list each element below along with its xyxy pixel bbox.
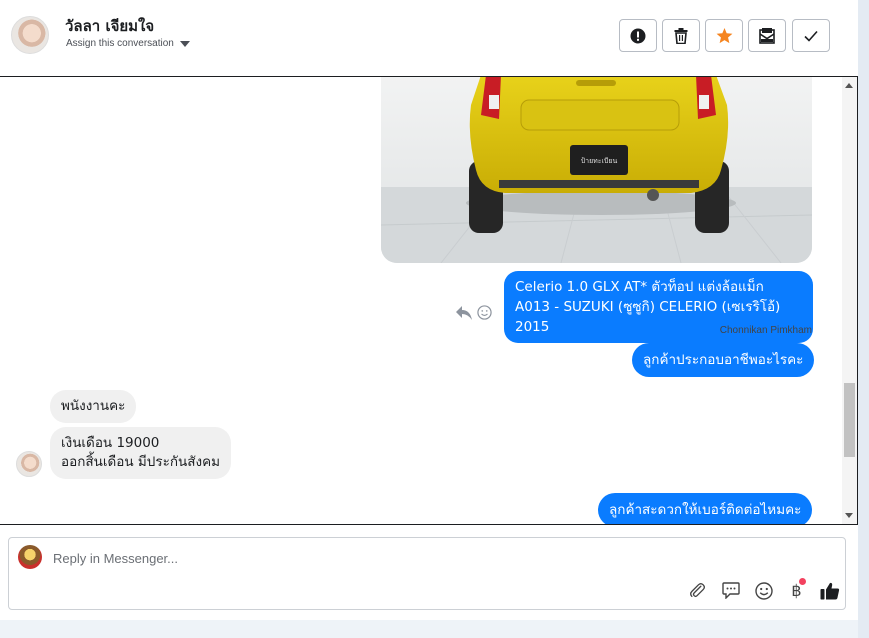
message-text-line: Celerio 1.0 GLX AT* ตัวท็อป แต่งล้อแม็ก bbox=[515, 279, 764, 295]
scroll-down-arrow-icon[interactable] bbox=[845, 513, 853, 518]
emoji-button[interactable] bbox=[751, 578, 776, 603]
message-text-line: เงินเดือน 19000 bbox=[61, 435, 160, 451]
outgoing-message[interactable]: ลูกค้าสะดวกให้เบอร์ติดต่อไหมคะ bbox=[598, 493, 813, 524]
composer-tools: ฿ bbox=[685, 578, 842, 603]
star-icon bbox=[716, 27, 732, 43]
incoming-message[interactable]: เงินเดือน 19000 ออกสิ้นเดือน มีประกันสัง… bbox=[50, 427, 231, 479]
sender-name: Chonnikan Pimkham bbox=[719, 325, 812, 336]
message-actions bbox=[456, 305, 492, 320]
caret-down-icon bbox=[179, 40, 190, 47]
paperclip-icon bbox=[690, 582, 706, 598]
reply-composer: ฿ bbox=[8, 537, 846, 610]
mark-done-button[interactable] bbox=[792, 19, 830, 52]
payment-button[interactable]: ฿ bbox=[784, 578, 809, 603]
message-text: พนังงานคะ bbox=[61, 398, 126, 414]
side-background bbox=[858, 0, 869, 638]
car-photo: ป้ายทะเบียน bbox=[381, 77, 812, 263]
message-text-line: ออกสิ้นเดือน มีประกันสังคม bbox=[61, 454, 221, 470]
conversation-header: วัลลา เจียมใจ Assign this conversation bbox=[0, 0, 858, 76]
react-emoji-icon[interactable] bbox=[477, 305, 492, 320]
message-thread[interactable]: ป้ายทะเบียน Celerio 1.0 GLX AT* ตัวท็อป … bbox=[0, 76, 858, 525]
delete-button[interactable] bbox=[662, 19, 700, 52]
conversation-panel: วัลลา เจียมใจ Assign this conversation ป… bbox=[0, 0, 858, 620]
trash-icon bbox=[674, 27, 688, 44]
scrollbar[interactable] bbox=[842, 77, 857, 524]
scrollbar-thumb[interactable] bbox=[844, 383, 855, 457]
envelope-icon bbox=[759, 27, 775, 44]
header-actions bbox=[619, 19, 830, 52]
attach-file-button[interactable] bbox=[685, 578, 710, 603]
exclamation-icon bbox=[630, 28, 646, 43]
star-button[interactable] bbox=[705, 19, 743, 52]
assign-conversation-dropdown[interactable]: Assign this conversation bbox=[66, 38, 190, 49]
report-spam-button[interactable] bbox=[619, 19, 657, 52]
mark-unread-button[interactable] bbox=[748, 19, 786, 52]
check-icon bbox=[804, 30, 818, 42]
license-plate-text: ป้ายทะเบียน bbox=[581, 157, 618, 165]
incoming-message[interactable]: พนังงานคะ bbox=[50, 390, 137, 423]
contact-name[interactable]: วัลลา เจียมใจ bbox=[65, 14, 154, 38]
notification-dot bbox=[799, 578, 806, 585]
saved-reply-icon bbox=[721, 582, 740, 599]
contact-avatar-small bbox=[16, 451, 42, 477]
page-avatar bbox=[18, 545, 42, 569]
assign-label: Assign this conversation bbox=[66, 38, 174, 49]
like-button[interactable] bbox=[817, 578, 842, 603]
saved-replies-button[interactable] bbox=[718, 578, 743, 603]
scroll-up-arrow-icon[interactable] bbox=[845, 83, 853, 88]
reply-icon[interactable] bbox=[456, 305, 472, 320]
outgoing-message[interactable]: ลูกค้าประกอบอาชีพอะไรคะ bbox=[632, 343, 815, 377]
message-text: ลูกค้าสะดวกให้เบอร์ติดต่อไหมคะ bbox=[609, 502, 802, 518]
reply-input[interactable] bbox=[53, 548, 753, 568]
emoji-icon bbox=[754, 581, 773, 600]
car-photo-attachment[interactable]: ป้ายทะเบียน bbox=[381, 77, 812, 263]
contact-avatar[interactable] bbox=[11, 16, 49, 54]
message-text: ลูกค้าประกอบอาชีพอะไรคะ bbox=[643, 352, 804, 368]
thumbs-up-icon bbox=[820, 582, 839, 599]
